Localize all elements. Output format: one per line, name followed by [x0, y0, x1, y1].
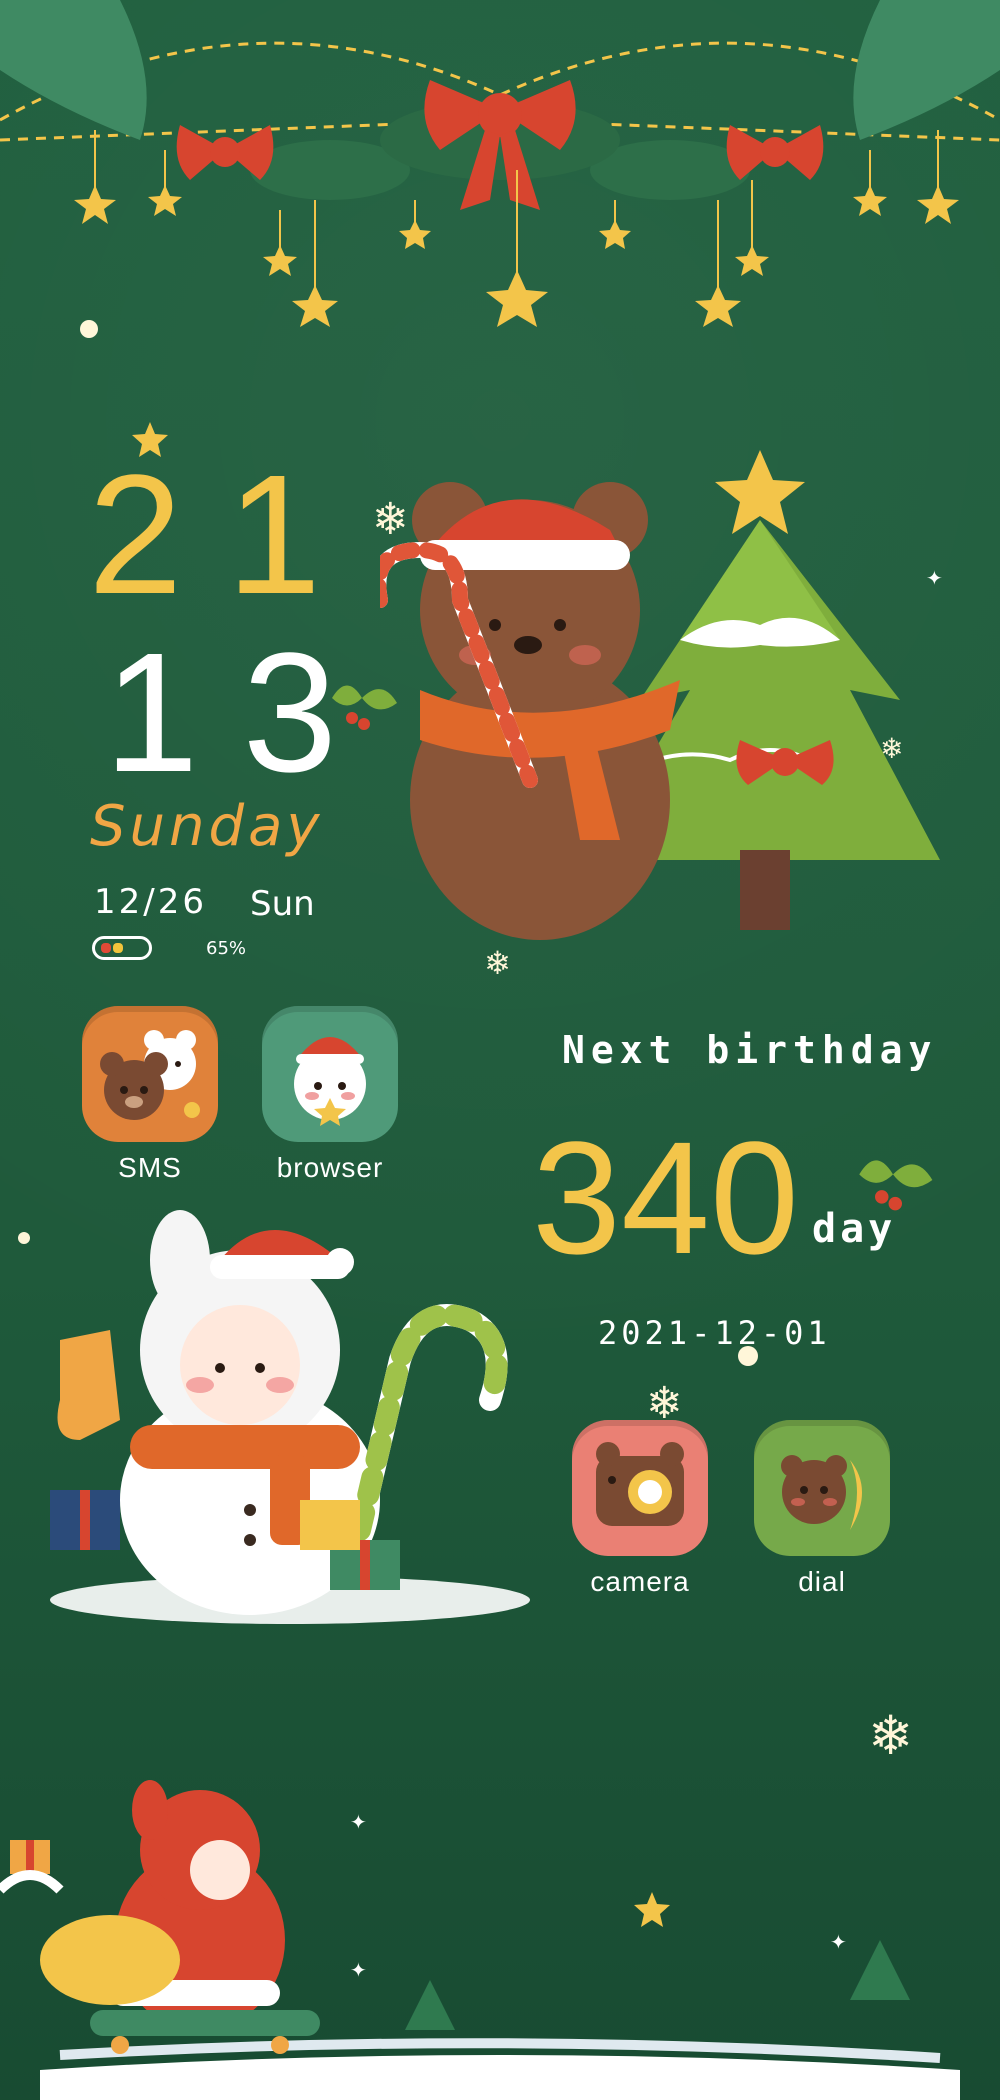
snow-dot: [18, 1232, 30, 1244]
clock-day-name: Sunday: [90, 794, 324, 859]
app-label: browser: [276, 1152, 384, 1183]
clock-minute[interactable]: 13: [104, 628, 381, 798]
clock-weekday: Sun: [250, 884, 315, 924]
app-label: camera: [590, 1566, 690, 1597]
santa-ghost-icon: [262, 1006, 398, 1142]
christmas-garland-decoration: [0, 0, 1000, 327]
app-label: dial: [798, 1566, 846, 1597]
app-camera[interactable]: camera: [572, 1420, 708, 1598]
birthday-date: 2021-12-01: [598, 1314, 831, 1352]
bear-christmas-tree-illustration: [380, 450, 940, 940]
bear-bunny-duo-icon: [82, 1006, 218, 1142]
clock-date: 12/26: [94, 882, 207, 922]
birthday-widget-title: Next birthday: [562, 1028, 938, 1072]
bear-camera-icon: [572, 1420, 708, 1556]
app-sms[interactable]: SMS: [82, 1006, 218, 1184]
bear-banana-icon: [754, 1420, 890, 1556]
app-dial[interactable]: dial: [754, 1420, 890, 1598]
santa-sled-illustration: [0, 1780, 960, 2100]
battery-icon: [92, 936, 152, 960]
birthday-countdown-unit: day: [812, 1206, 897, 1252]
clock-hour[interactable]: 21: [88, 450, 365, 620]
app-browser[interactable]: browser: [262, 1006, 398, 1184]
battery-percent: 65%: [206, 938, 247, 959]
app-label: SMS: [118, 1152, 182, 1183]
snowman-bunny-illustration: [50, 1210, 530, 1624]
birthday-countdown[interactable]: 340: [532, 1118, 799, 1278]
snow-dot: [80, 320, 98, 338]
